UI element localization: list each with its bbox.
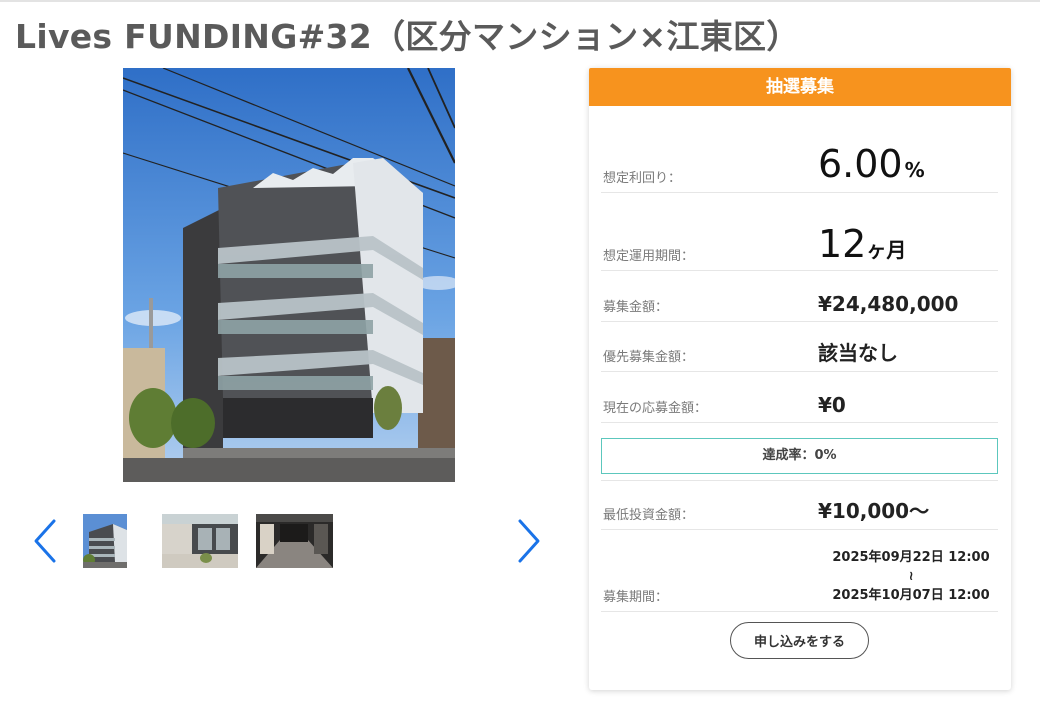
term-label: 想定運用期間：: [603, 249, 695, 264]
amount-value: ¥24,480,000: [818, 292, 959, 316]
priority-amount-row: 優先募集金額： 該当なし: [601, 322, 998, 372]
chevron-right-icon: [518, 519, 540, 563]
chevron-left-icon: [34, 519, 56, 563]
thumbnail-exterior[interactable]: [83, 514, 127, 568]
min-investment-label: 最低投資金額：: [603, 508, 695, 523]
yield-value: 6.00%: [818, 142, 925, 186]
min-investment-row: 最低投資金額： ¥10,000〜: [601, 480, 998, 530]
period-label: 募集期間：: [603, 590, 669, 605]
thumbnail-entrance[interactable]: [162, 514, 238, 568]
status-badge: 抽選募集: [589, 68, 1011, 106]
term-row: 想定運用期間： 12ヶ月: [601, 193, 998, 271]
thumbnail-lobby[interactable]: [256, 514, 333, 568]
progress-text: 達成率：0%: [762, 448, 837, 463]
priority-amount-label: 優先募集金額：: [603, 350, 695, 365]
period-start: 2025年09月22日 12:00: [832, 550, 990, 565]
period-dates: 2025年09月22日 12:00 ≀ 2025年10月07日 12:00: [831, 548, 991, 605]
apply-button[interactable]: 申し込みをする: [730, 622, 869, 659]
current-amount-row: 現在の応募金額： ¥0: [601, 372, 998, 423]
fund-summary-panel: 抽選募集 想定利回り： 6.00% 想定運用期間： 12ヶ月 募集金額： ¥24…: [589, 68, 1011, 690]
next-image-button[interactable]: [514, 518, 544, 564]
term-unit: ヶ月: [866, 238, 907, 262]
period-end: 2025年10月07日 12:00: [832, 588, 990, 603]
page-title: Lives FUNDING#32（区分マンション×江東区）: [15, 17, 800, 56]
term-value: 12ヶ月: [818, 222, 907, 266]
yield-label: 想定利回り：: [603, 171, 682, 186]
yield-row: 想定利回り： 6.00%: [601, 106, 998, 193]
current-amount-label: 現在の応募金額：: [603, 401, 708, 416]
current-amount-value: ¥0: [818, 393, 846, 417]
min-investment-value: ¥10,000〜: [818, 499, 930, 523]
main-property-photo: [123, 68, 455, 482]
progress-bar: 達成率：0%: [601, 438, 998, 474]
prev-image-button[interactable]: [30, 518, 60, 564]
period-row: 募集期間： 2025年09月22日 12:00 ≀ 2025年10月07日 12…: [601, 530, 998, 612]
priority-amount-value: 該当なし: [818, 341, 898, 365]
amount-row: 募集金額： ¥24,480,000: [601, 271, 998, 322]
period-separator: ≀: [908, 569, 914, 584]
top-divider: [0, 0, 1040, 2]
yield-unit: %: [904, 158, 925, 182]
amount-label: 募集金額：: [603, 300, 669, 315]
